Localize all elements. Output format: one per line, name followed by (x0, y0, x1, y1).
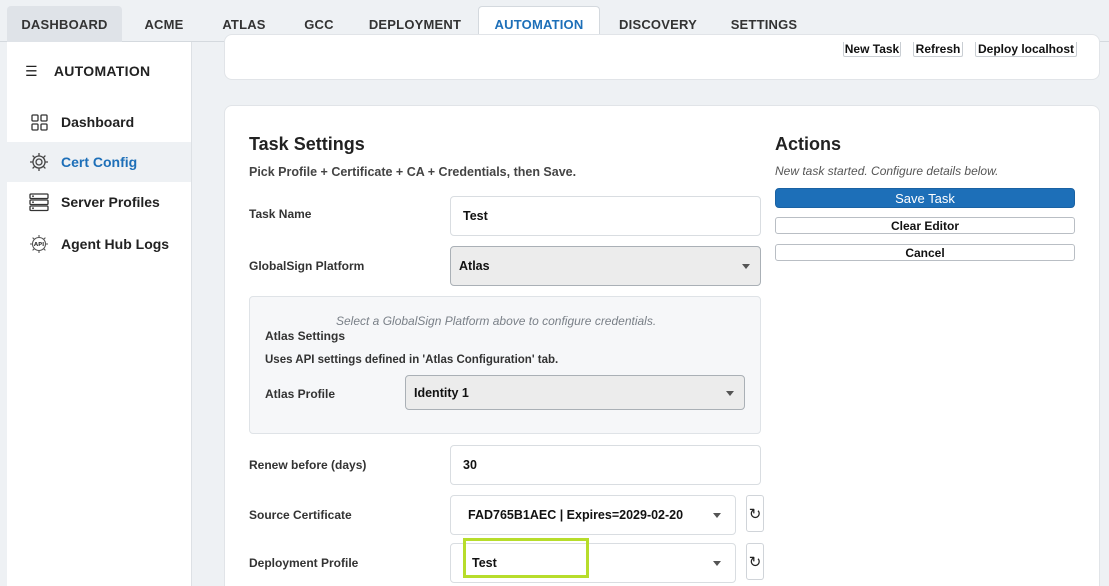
sidebar-item-label: Agent Hub Logs (61, 236, 170, 252)
svg-text:API: API (34, 242, 44, 248)
sidebar-header: ☰ AUTOMATION (25, 62, 150, 80)
atlas-profile-label: Atlas Profile (265, 387, 336, 401)
refresh-button[interactable]: Refresh (913, 42, 963, 57)
sidebar-item-label: Cert Config (61, 154, 138, 170)
deployment-profile-label: Deployment Profile (249, 556, 359, 570)
tab-dashboard[interactable]: DASHBOARD (7, 6, 122, 42)
atlas-profile-select[interactable]: Identity 1 (405, 375, 745, 410)
api-gear-icon: API (29, 234, 49, 254)
platform-label: GlobalSign Platform (249, 259, 365, 273)
refresh-icon: ↻ (748, 553, 762, 571)
focus-highlight (463, 538, 589, 578)
sidebar-item-label: Dashboard (61, 114, 135, 130)
sidebar-item-cert-config[interactable]: Cert Config (7, 142, 191, 182)
refresh-icon: ↻ (748, 505, 762, 523)
source-certificate-value: FAD765B1AEC | Expires=2029-02-20 (468, 508, 684, 522)
task-editor-card: Task Settings Pick Profile + Certificate… (224, 105, 1100, 586)
deploy-localhost-button[interactable]: Deploy localhost (975, 42, 1077, 57)
actions-title: Actions (775, 134, 842, 154)
refresh-deployment-profiles-button[interactable]: ↻ (746, 543, 764, 580)
task-settings-title: Task Settings (249, 134, 365, 154)
atlas-settings-title: Atlas Settings (265, 329, 346, 343)
sidebar: ☰ AUTOMATION Dashboard Cert Config Serve… (7, 42, 192, 586)
chevron-down-icon (713, 561, 721, 566)
server-icon (29, 192, 49, 212)
sidebar-item-label: Server Profiles (61, 194, 160, 210)
renew-before-label: Renew before (days) (249, 458, 367, 472)
grid-icon (29, 112, 49, 132)
atlas-settings-description: Uses API settings defined in 'Atlas Conf… (265, 354, 559, 366)
task-name-input[interactable]: Test (450, 196, 761, 236)
tab-acme[interactable]: ACME (130, 6, 198, 42)
actions-status: New task started. Configure details belo… (775, 164, 999, 178)
chevron-down-icon (713, 513, 721, 518)
refresh-certificates-button[interactable]: ↻ (746, 495, 764, 532)
chevron-down-icon (726, 390, 734, 396)
cancel-button[interactable]: Cancel (775, 244, 1075, 261)
task-name-label: Task Name (249, 207, 312, 221)
atlas-settings-panel: Select a GlobalSign Platform above to co… (249, 296, 761, 434)
renew-before-input[interactable]: 30 (450, 445, 761, 485)
sidebar-item-server-profiles[interactable]: Server Profiles (7, 182, 191, 222)
platform-select[interactable]: Atlas (450, 246, 761, 286)
save-task-button[interactable]: Save Task (775, 188, 1075, 208)
task-settings-subtitle: Pick Profile + Certificate + CA + Creden… (249, 165, 577, 179)
sidebar-item-agent-hub-logs[interactable]: API Agent Hub Logs (7, 224, 191, 264)
sidebar-title: AUTOMATION (53, 63, 151, 79)
source-certificate-select[interactable]: FAD765B1AEC | Expires=2029-02-20 (450, 495, 736, 535)
toolbar-card: New Task Refresh Deploy localhost (224, 34, 1100, 80)
sidebar-item-dashboard[interactable]: Dashboard (7, 102, 191, 142)
new-task-button[interactable]: New Task (843, 42, 901, 57)
source-certificate-label: Source Certificate (249, 508, 352, 522)
atlas-profile-select-value: Identity 1 (414, 385, 469, 400)
clear-editor-button[interactable]: Clear Editor (775, 217, 1075, 234)
gear-icon (29, 152, 49, 172)
hamburger-menu-icon[interactable]: ☰ (25, 63, 38, 80)
chevron-down-icon (742, 264, 750, 269)
platform-hint: Select a GlobalSign Platform above to co… (336, 314, 657, 328)
platform-select-value: Atlas (459, 259, 490, 273)
